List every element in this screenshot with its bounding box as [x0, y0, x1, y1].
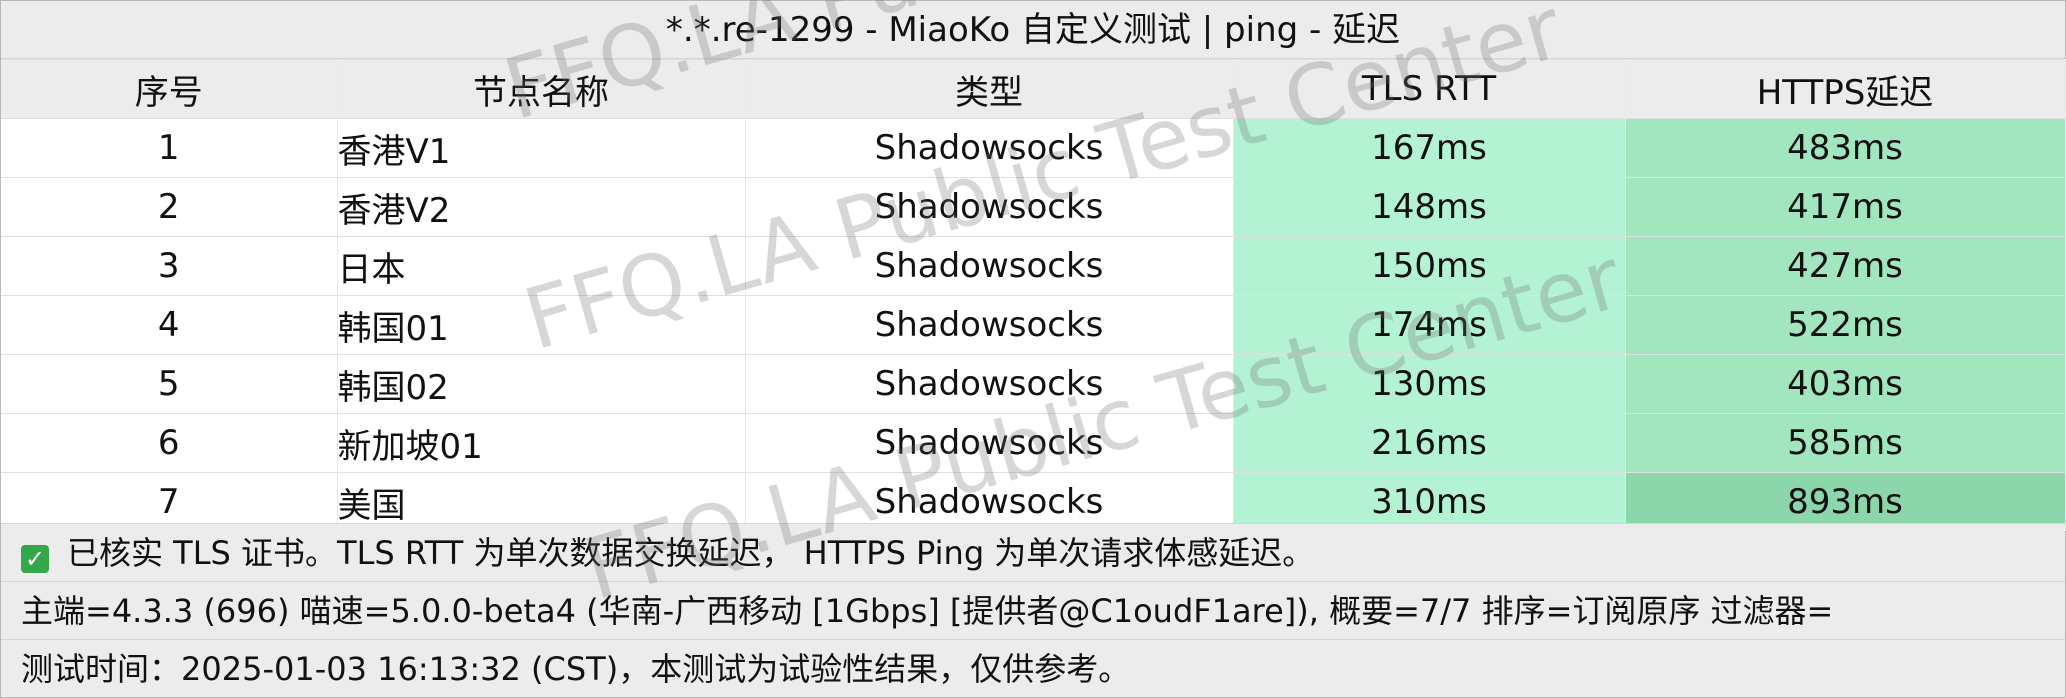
backend-info: 主端=4.3.3 (696) 喵速=5.0.0-beta4 (华南-广西移动 […	[1, 581, 2065, 639]
row-index: 3	[1, 236, 338, 296]
node-type: Shadowsocks	[745, 236, 1234, 296]
node-name: 新加坡01	[337, 413, 746, 473]
table-title: *.*.re-1299 - MiaoKo 自定义测试 | ping - 延迟	[1, 1, 2065, 59]
tls-rtt-cell: 150ms	[1233, 236, 1626, 296]
node-name: 香港V2	[337, 177, 746, 237]
node-name: 日本	[337, 236, 746, 296]
verification-note: ✓ 已核实 TLS 证书。TLS RTT 为单次数据交换延迟， HTTPS Pin…	[1, 523, 2065, 581]
row-index: 1	[1, 118, 338, 178]
node-type: Shadowsocks	[745, 177, 1234, 237]
table-row: 6 新加坡01 Shadowsocks 216ms 585ms	[1, 413, 2066, 473]
verification-note-text: 已核实 TLS 证书。TLS RTT 为单次数据交换延迟， HTTPS Ping…	[67, 534, 1315, 572]
test-time: 测试时间：2025-01-03 16:13:32 (CST)，本测试为试验性结果…	[1, 639, 2065, 697]
node-name: 韩国01	[337, 295, 746, 355]
table-row: 2 香港V2 Shadowsocks 148ms 417ms	[1, 177, 2066, 237]
results-table: 序号 节点名称 类型 TLS RTT HTTPS延迟 1 香港V1 Shadow…	[1, 59, 2066, 531]
https-latency-cell: 427ms	[1625, 236, 2066, 296]
tls-rtt-cell: 167ms	[1233, 118, 1626, 178]
https-latency-cell: 522ms	[1625, 295, 2066, 355]
header-row: 序号 节点名称 类型 TLS RTT HTTPS延迟	[1, 59, 2066, 119]
node-type: Shadowsocks	[745, 295, 1234, 355]
row-index: 4	[1, 295, 338, 355]
tls-rtt-cell: 216ms	[1233, 413, 1626, 473]
column-header-type: 类型	[745, 59, 1234, 119]
column-header-index: 序号	[1, 59, 338, 119]
node-type: Shadowsocks	[745, 118, 1234, 178]
node-name: 韩国02	[337, 354, 746, 414]
node-type: Shadowsocks	[745, 354, 1234, 414]
row-index: 5	[1, 354, 338, 414]
https-latency-cell: 483ms	[1625, 118, 2066, 178]
tls-rtt-cell: 130ms	[1233, 354, 1626, 414]
table-row: 3 日本 Shadowsocks 150ms 427ms	[1, 236, 2066, 296]
node-name: 香港V1	[337, 118, 746, 178]
tls-rtt-cell: 148ms	[1233, 177, 1626, 237]
table-row: 1 香港V1 Shadowsocks 167ms 483ms	[1, 118, 2066, 178]
tls-rtt-cell: 174ms	[1233, 295, 1626, 355]
https-latency-cell: 585ms	[1625, 413, 2066, 473]
column-header-name: 节点名称	[337, 59, 746, 119]
result-table-image: *.*.re-1299 - MiaoKo 自定义测试 | ping - 延迟 序…	[0, 0, 2066, 698]
row-index: 6	[1, 413, 338, 473]
table-row: 5 韩国02 Shadowsocks 130ms 403ms	[1, 354, 2066, 414]
https-latency-cell: 417ms	[1625, 177, 2066, 237]
table-row: 4 韩国01 Shadowsocks 174ms 522ms	[1, 295, 2066, 355]
column-header-tls-rtt: TLS RTT	[1233, 59, 1626, 119]
node-type: Shadowsocks	[745, 413, 1234, 473]
https-latency-cell: 403ms	[1625, 354, 2066, 414]
row-index: 2	[1, 177, 338, 237]
column-header-https-latency: HTTPS延迟	[1625, 59, 2066, 119]
check-icon: ✓	[21, 545, 49, 573]
